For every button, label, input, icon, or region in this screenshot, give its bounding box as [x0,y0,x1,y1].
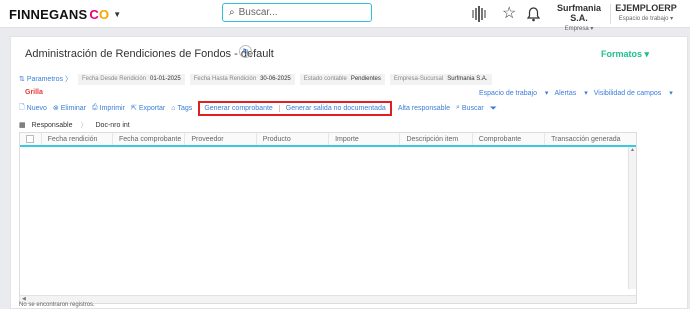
filter-value: 30-06-2025 [260,76,291,82]
waves-icon[interactable] [470,5,490,23]
chevron-down-icon[interactable]: ▼ [113,10,121,19]
tag-icon: ⌂ [171,104,176,112]
filter-icon[interactable]: ⏷ [490,103,497,114]
horizontal-scrollbar[interactable]: ◀ [20,295,636,303]
workspace-selector[interactable]: EJEMPLOERP Espacio de trabajo ▾ [615,3,677,22]
group-separator: 〉 [80,122,88,129]
brand-co-1: C [89,7,99,22]
alta-responsable-button[interactable]: Alta responsable [398,105,450,112]
star-icon[interactable]: ☆ [502,4,516,22]
filter-value: Pendientes [350,76,381,82]
col-transaccion-generada[interactable]: Transacción generada [545,133,636,145]
exportar-button[interactable]: ⇱ Exportar [130,104,165,113]
company-label: Empresa ▾ [564,26,594,32]
divider [610,4,611,24]
imprimir-button[interactable]: ⎙ Imprimir [92,104,125,112]
col-proveedor[interactable]: Proveedor [185,133,257,145]
filter-fecha-hasta[interactable]: Fecha Hasta Rendición 30-06-2025 [189,73,295,85]
filter-value: Surfmania S.A. [447,76,488,82]
generar-salida-button[interactable]: Generar salida no documentada [286,105,386,112]
company-name: Surfmania S.A. [556,3,601,23]
group-docnro[interactable]: Doc-nro int [96,122,130,129]
brand-co-2: O [98,7,110,22]
filter-label: Fecha Hasta Rendición [193,76,257,82]
params-row: ⇅ Parametros 〉 Fecha Desde Rendición 01-… [19,73,497,85]
select-all-checkbox[interactable] [20,133,42,145]
top-bar: FINNEGANS CO ▼ ⌕ Buscar... ☆ Surfmania S… [0,0,690,32]
export-icon: ⇱ [130,105,137,112]
highlighted-actions: Generar comprobante Generar salida no do… [198,100,392,116]
filter-estado-contable[interactable]: Estado contable Pendientes [299,73,385,85]
app-logo[interactable]: FINNEGANS CO ▼ [9,7,121,22]
no-records-text: No se encontraron registros. [19,302,95,308]
group-bar: ▦ Responsable 〉 Doc-nro int [19,119,130,131]
main-panel: Administración de Rendiciones de Fondos … [10,36,688,309]
col-fecha-rendicion[interactable]: Fecha rendición [42,133,113,145]
grid-icon[interactable]: ▦ [19,121,26,129]
company-selector[interactable]: Surfmania S.A. Empresa ▾ [550,3,608,32]
refresh-icon[interactable]: ↻ [239,45,252,58]
search-icon: ⌕ [455,104,460,111]
bell-icon[interactable] [527,5,540,23]
col-producto[interactable]: Producto [257,133,330,145]
filter-label: Fecha Desde Rendición [81,76,146,82]
group-responsable[interactable]: Responsable [32,122,73,129]
right-menus: Espacio de trabajo ▾ Alertas ▾ Visibilid… [479,89,679,97]
col-descripcion-item[interactable]: Descripción item [400,133,473,145]
generar-comprobante-button[interactable]: Generar comprobante [204,104,280,112]
search-icon: ⌕ [229,7,235,18]
visibilidad-campos-menu[interactable]: Visibilidad de campos ▾ [594,89,673,97]
filter-value: 01-01-2025 [150,76,181,82]
tags-button[interactable]: ⌂ Tags [171,105,192,112]
filter-fecha-desde[interactable]: Fecha Desde Rendición 01-01-2025 [77,73,185,85]
filter-empresa-sucursal[interactable]: Empresa-Sucursal Surfmania S.A. [389,73,492,85]
delete-icon: ⊗ [52,105,59,112]
workspace-label: Espacio de trabajo ▾ [618,16,674,22]
grilla-label: Grilla [25,89,43,96]
buscar-button[interactable]: ⌕ Buscar [456,104,484,112]
workspace-name: EJEMPLOERP [615,3,677,13]
print-icon: ⎙ [92,104,98,111]
col-importe[interactable]: Importe [329,133,401,145]
alertas-menu[interactable]: Alertas ▾ [554,89,587,97]
brand-name: FINNEGANS [9,7,88,22]
col-comprobante[interactable]: Comprobante [473,133,546,145]
formatos-menu[interactable]: Formatos ▾ [601,49,649,60]
search-placeholder: Buscar... [238,7,278,18]
document-icon: 🗋 [19,103,25,111]
page-title: Administración de Rendiciones de Fondos … [25,48,274,60]
parametros-link[interactable]: ⇅ Parametros 〉 [19,74,72,84]
nuevo-button[interactable]: 🗋 Nuevo [19,103,47,114]
filter-label: Estado contable [303,76,347,82]
search-input[interactable]: ⌕ Buscar... [222,3,372,22]
col-fecha-comprobante[interactable]: Fecha comprobante [113,133,186,145]
toolbar: 🗋 Nuevo ⊗ Eliminar ⎙ Imprimir ⇱ Exportar ⌂ Ta… [19,100,497,116]
scroll-up-icon[interactable]: ▲ [629,147,636,153]
grid-header: Fecha rendición Fecha comprobante Provee… [20,133,636,147]
data-grid: Fecha rendición Fecha comprobante Provee… [19,132,637,304]
eliminar-button[interactable]: ⊗ Eliminar [52,104,86,113]
vertical-scrollbar[interactable]: ▲ [628,147,636,289]
filter-label: Empresa-Sucursal [393,76,444,82]
espacio-trabajo-menu[interactable]: Espacio de trabajo ▾ [479,89,548,97]
